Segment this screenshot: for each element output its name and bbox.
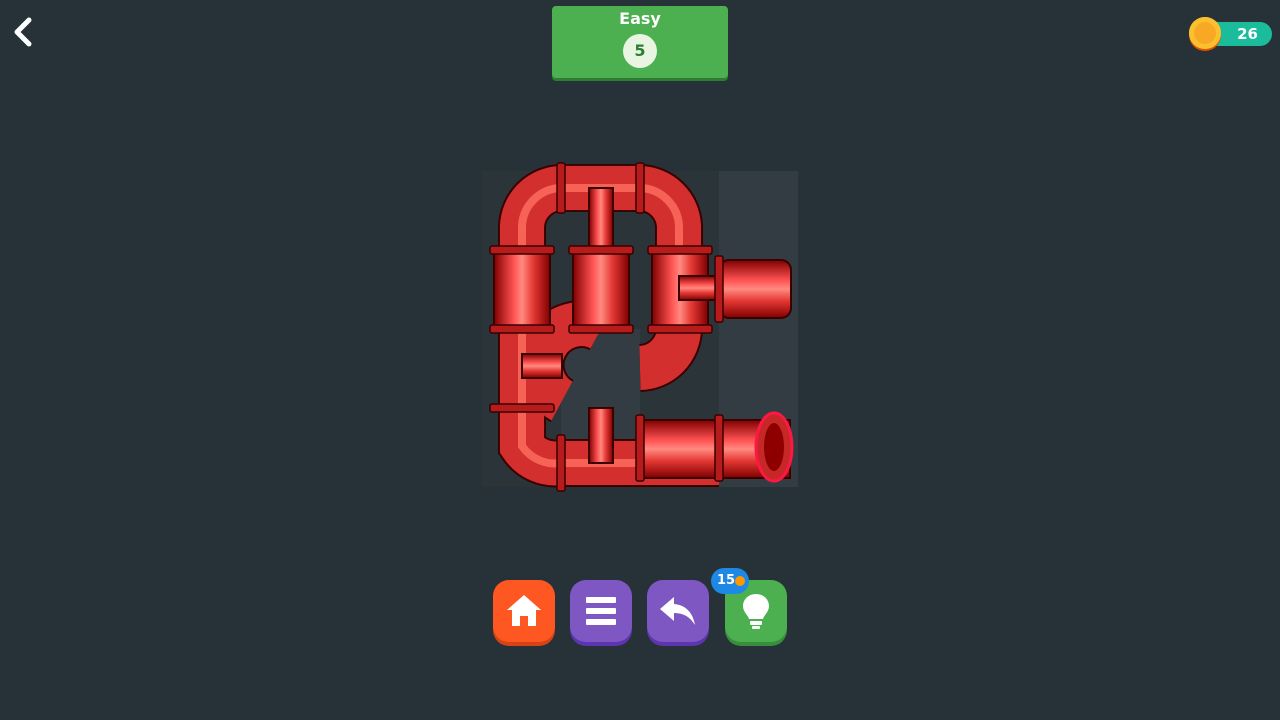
coin-count: 26 [1237, 25, 1258, 43]
hint-cost-badge: 15 [711, 568, 749, 594]
home-button[interactable] [493, 580, 555, 642]
lightbulb-icon [743, 594, 769, 629]
hint-cost-value: 15 [717, 573, 736, 588]
menu-icon [586, 597, 616, 625]
pipe-network [489, 162, 794, 492]
game-board [482, 162, 798, 492]
coin-icon [735, 576, 745, 586]
undo-button[interactable] [647, 580, 709, 642]
level-badge: Easy 5 [552, 6, 728, 78]
undo-icon [660, 597, 695, 625]
coin-icon [1189, 17, 1221, 49]
difficulty-label: Easy [619, 9, 661, 28]
level-number: 5 [623, 34, 657, 68]
chevron-left-icon [14, 17, 32, 47]
back-button[interactable] [6, 14, 42, 50]
home-icon [507, 595, 541, 626]
menu-button[interactable] [570, 580, 632, 642]
